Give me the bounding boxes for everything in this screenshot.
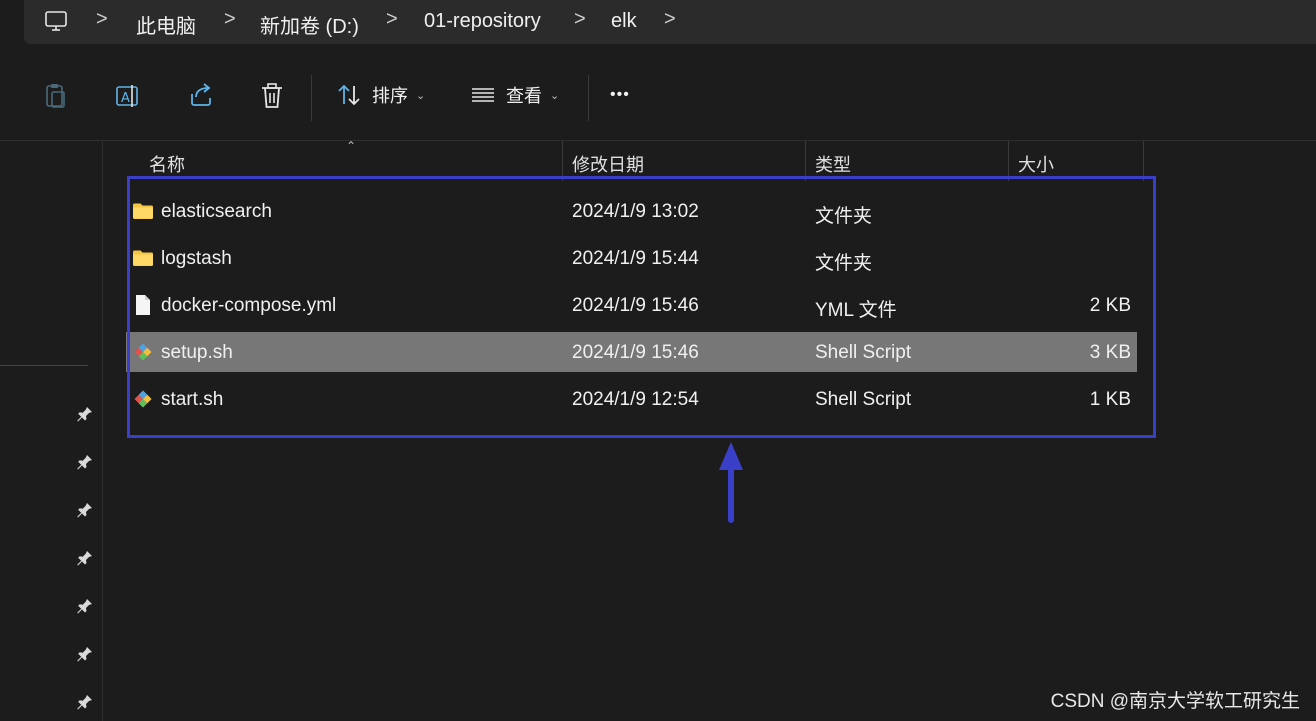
- pin-icon[interactable]: [76, 549, 94, 567]
- pin-icon[interactable]: [76, 501, 94, 519]
- column-divider[interactable]: [1008, 141, 1009, 181]
- delete-button[interactable]: [259, 82, 285, 110]
- column-header-type[interactable]: 类型: [815, 151, 851, 177]
- more-options-button[interactable]: •••: [610, 86, 630, 104]
- breadcrumb-item-elk[interactable]: elk: [611, 10, 637, 33]
- toolbar-divider: [588, 75, 589, 121]
- column-header-modified[interactable]: 修改日期: [572, 151, 644, 177]
- navigation-pane: [0, 141, 103, 721]
- breadcrumb-chevron-icon[interactable]: >: [574, 8, 586, 31]
- toolbar-divider: [311, 75, 312, 121]
- breadcrumb-chevron-icon[interactable]: >: [386, 8, 398, 31]
- breadcrumb-chevron-icon[interactable]: >: [664, 8, 676, 31]
- nav-divider: [0, 365, 88, 366]
- share-button[interactable]: [188, 82, 214, 108]
- svg-text:A: A: [121, 91, 130, 106]
- trash-icon: [262, 83, 282, 108]
- view-label: 查看: [506, 86, 542, 106]
- command-bar: A 排序 ⌄ 查看 ⌄ •••: [0, 58, 1316, 141]
- pin-icon[interactable]: [76, 453, 94, 471]
- rename-button[interactable]: A: [114, 82, 142, 110]
- view-list-icon: [472, 88, 494, 102]
- pin-icon[interactable]: [76, 645, 94, 663]
- chevron-down-icon: ⌄: [416, 89, 426, 102]
- paste-button[interactable]: [44, 82, 68, 110]
- sort-button[interactable]: 排序 ⌄: [336, 82, 425, 108]
- chevron-down-icon: ⌄: [550, 89, 560, 102]
- up-arrow-annotation-icon: [719, 442, 743, 523]
- column-header-row: ⌃ 名称 修改日期 类型 大小: [103, 139, 1316, 181]
- column-divider[interactable]: [562, 141, 563, 181]
- pin-icon[interactable]: [76, 597, 94, 615]
- pin-icon[interactable]: [76, 693, 94, 711]
- column-header-size[interactable]: 大小: [1018, 151, 1054, 177]
- breadcrumb-item-drive[interactable]: 新加卷 (D:): [260, 10, 359, 39]
- column-header-name[interactable]: 名称: [149, 151, 185, 177]
- sort-label: 排序: [372, 86, 408, 106]
- share-icon: [191, 83, 211, 106]
- breadcrumb-item-repository[interactable]: 01-repository: [424, 10, 541, 33]
- pin-icon[interactable]: [76, 405, 94, 423]
- column-divider[interactable]: [805, 141, 806, 181]
- highlight-box: [127, 176, 1156, 438]
- column-divider[interactable]: [1143, 141, 1144, 181]
- breadcrumb-chevron-icon[interactable]: >: [96, 8, 108, 31]
- breadcrumb-item-this-pc[interactable]: 此电脑: [136, 10, 196, 39]
- watermark: CSDN @南京大学软工研究生: [1050, 691, 1300, 712]
- breadcrumb-chevron-icon[interactable]: >: [224, 8, 236, 31]
- view-button[interactable]: 查看 ⌄: [470, 82, 559, 108]
- clipboard-icon: [46, 84, 65, 108]
- this-pc-icon[interactable]: [44, 9, 68, 33]
- rename-icon: A: [116, 85, 138, 107]
- sort-ascending-icon: ⌃: [346, 139, 357, 153]
- sort-icon: [338, 84, 360, 106]
- address-bar: > 此电脑 > 新加卷 (D:) > 01-repository > elk >: [0, 0, 1316, 56]
